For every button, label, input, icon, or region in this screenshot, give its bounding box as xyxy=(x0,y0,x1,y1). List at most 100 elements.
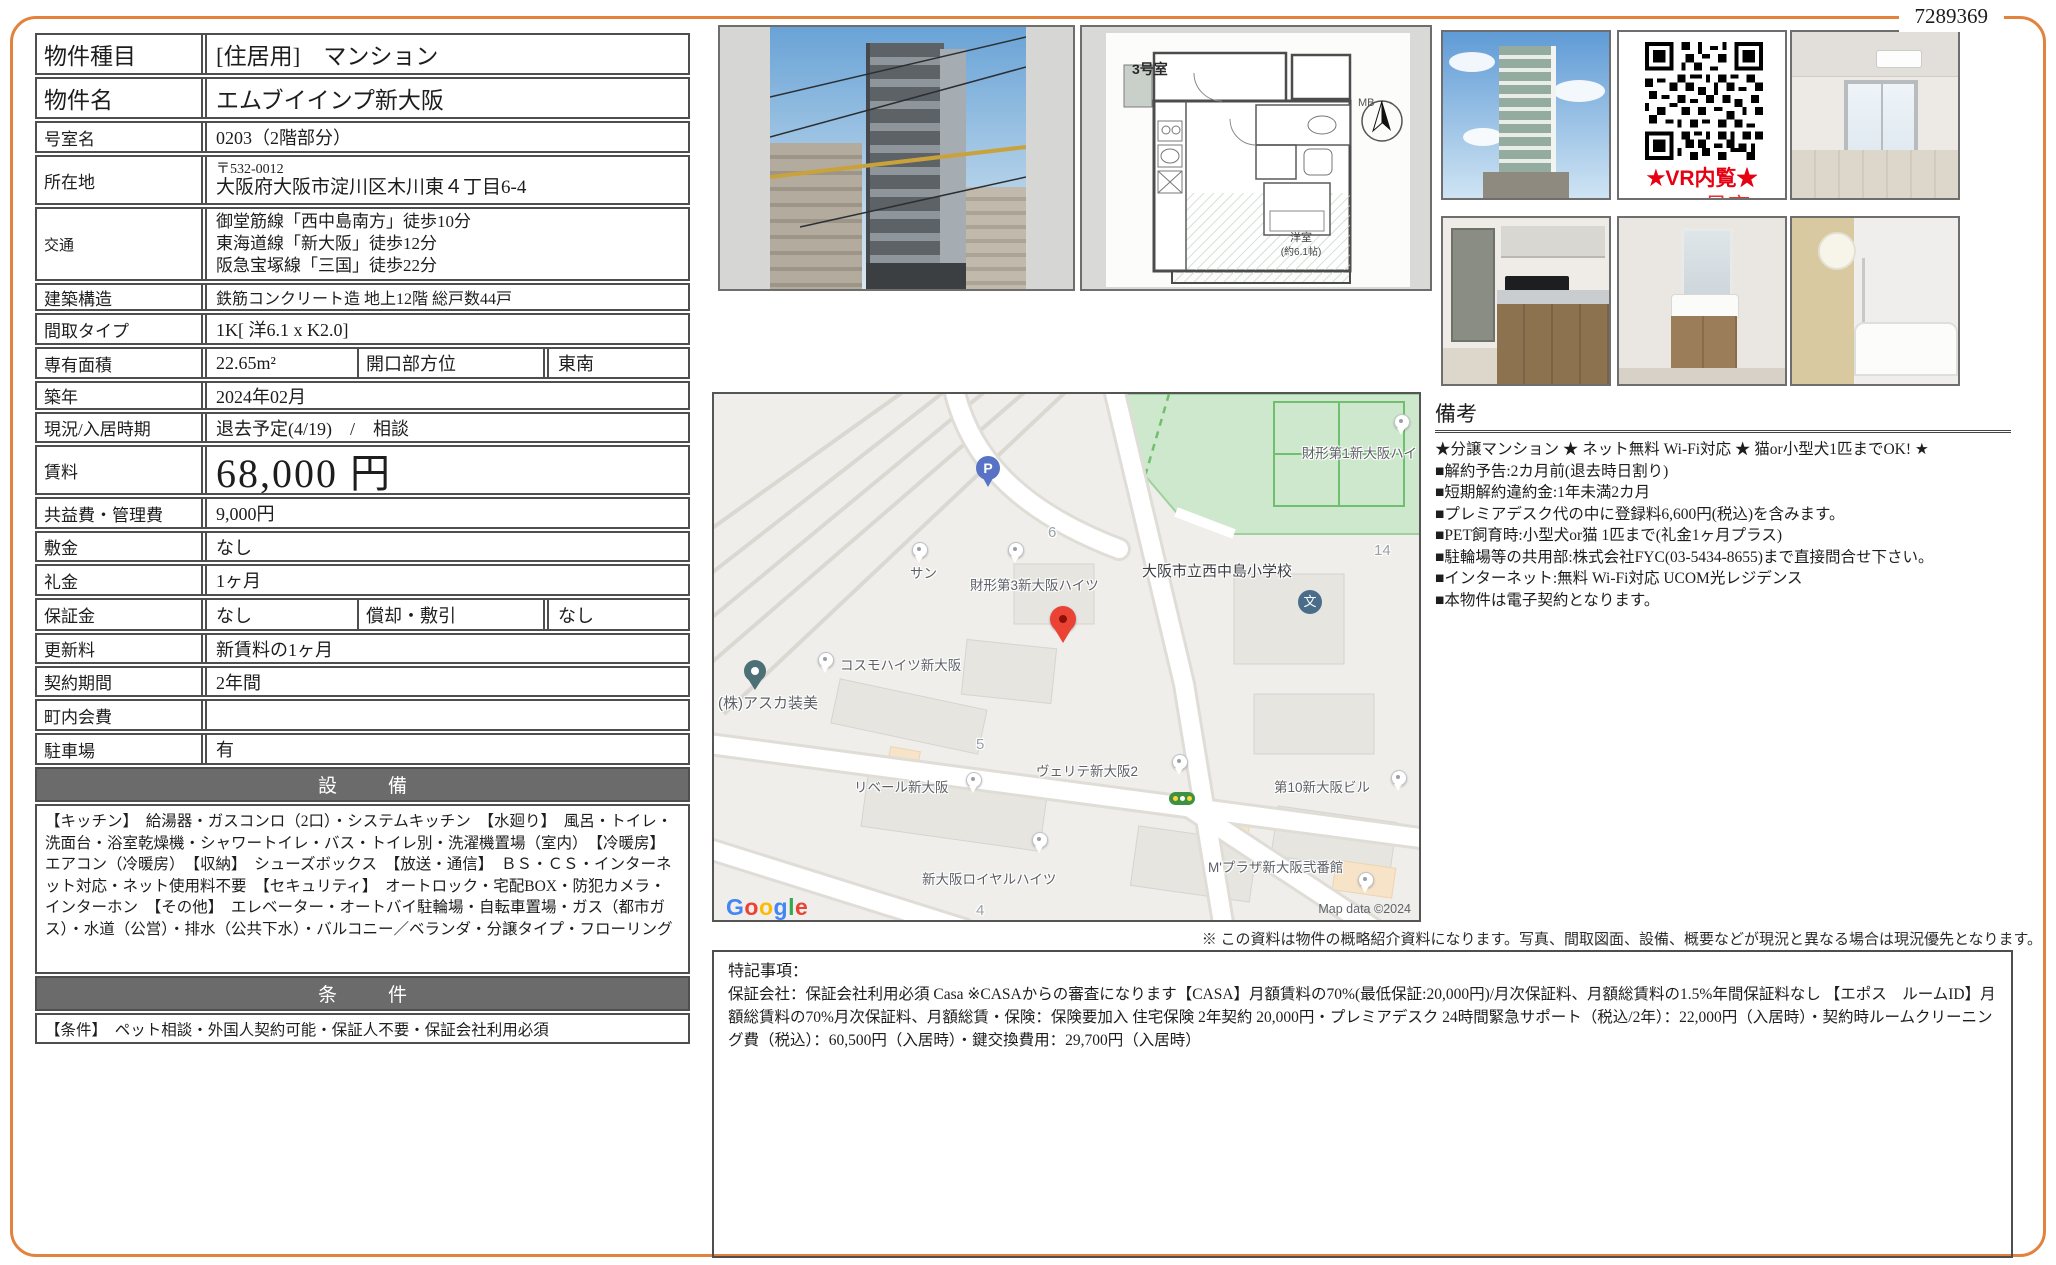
row-label: 開口部方位 xyxy=(357,349,545,377)
map-label: リベール新大阪 xyxy=(854,776,949,796)
row-label: 町内会費 xyxy=(37,701,203,729)
map-label: 財形第3新大阪ハイツ xyxy=(970,574,1099,594)
table-row: 間取タイプ1K[ 洋6.1 x K2.0] xyxy=(35,313,690,345)
table-row: 号室名0203（2階部分） xyxy=(35,121,690,153)
postal-code: 〒532-0012 xyxy=(216,162,284,177)
table-row: 築年2024年02月 xyxy=(35,381,690,410)
transit-line: 東海道線「新大阪」徒歩12分 xyxy=(216,233,437,255)
conditions-header: 条 件 xyxy=(35,976,690,1011)
map-label: 大阪市立西中島小学校 xyxy=(1142,560,1292,581)
row-value: 2024年02月 xyxy=(205,383,688,408)
row-label: 物件名 xyxy=(37,79,203,117)
row-label: 物件種目 xyxy=(37,35,203,73)
power-lines xyxy=(770,27,1026,289)
map-pin xyxy=(1394,414,1410,430)
row-label: 契約期間 xyxy=(37,668,203,695)
floorplan-mb-label: MB xyxy=(1358,97,1375,109)
row-value xyxy=(205,701,688,729)
row-value: 9,000円 xyxy=(205,499,688,527)
row-label: 更新料 xyxy=(37,635,203,662)
address: 大阪府大阪市淀川区木川東４丁目6-4 xyxy=(216,177,526,199)
photo-building-exterior xyxy=(718,25,1075,291)
table-row: 町内会費 xyxy=(35,699,690,731)
row-value: 1ヶ月 xyxy=(205,566,688,594)
traffic-light-icon xyxy=(1169,792,1195,805)
row-value: 22.65m² xyxy=(205,349,355,377)
map-label: サン xyxy=(910,562,937,582)
table-row: 駐車場有 xyxy=(35,733,690,765)
vr-room-label: 1001号室 xyxy=(1619,187,1785,200)
table-row: 物件種目[住居用] マンション xyxy=(35,33,690,75)
remarks-line: ■プレミアデスク代の中に登録料6,600円(税込)を含みます。 xyxy=(1435,504,2011,526)
row-label: 建築構造 xyxy=(37,285,203,309)
table-row: 契約期間2年間 xyxy=(35,666,690,697)
row-label: 号室名 xyxy=(37,123,203,151)
property-spec-table: 物件種目[住居用] マンション 物件名エムブイインプ新大阪 号室名0203（2階… xyxy=(35,33,690,1046)
map-label: 新大阪ロイヤルハイツ xyxy=(922,868,1056,888)
map-pin xyxy=(966,772,982,788)
row-label: 礼金 xyxy=(37,566,203,594)
parking-pin: P xyxy=(976,456,1000,480)
row-value: エムブイインプ新大阪 xyxy=(205,79,688,117)
table-row: 賃料68,000 円 xyxy=(35,445,690,495)
photo-floorplan: 3号室 MB 洋室 (約6.1帖) xyxy=(1080,25,1432,291)
row-value: 鉄筋コンクリート造 地上12階 総戸数44戸 xyxy=(205,285,688,309)
conditions-text: 【条件】 ペット相談・外国人契約可能・保証人不要・保証会社利用必須 xyxy=(35,1013,690,1044)
table-row: 建築構造鉄筋コンクリート造 地上12階 総戸数44戸 xyxy=(35,283,690,311)
photo-qr-card: ★VR内覧★ 1001号室 xyxy=(1617,30,1787,200)
photo-kitchen xyxy=(1441,216,1611,386)
map-label: 第10新大阪ビル xyxy=(1274,776,1370,796)
map-block-number: 4 xyxy=(976,902,984,919)
map-label: M'プラザ新大阪弐番館 xyxy=(1208,856,1343,876)
map-pin xyxy=(912,542,928,558)
map-pin xyxy=(1032,832,1048,848)
table-row: 保証金なし償却・敷引なし xyxy=(35,598,690,631)
location-map: P 文 財形第1新大阪ハイ 6 サン 財形第3新大阪ハイツ 大阪市立西中島小学校… xyxy=(712,392,1421,922)
map-pin xyxy=(1358,872,1374,888)
row-value: 1K[ 洋6.1 x K2.0] xyxy=(205,315,688,343)
transit-line: 阪急宝塚線「三国」徒歩22分 xyxy=(216,255,437,277)
table-row: 所在地〒532-0012大阪府大阪市淀川区木川東４丁目6-4 xyxy=(35,155,690,205)
special-notes-title: 特記事項： xyxy=(728,960,1997,983)
remarks-section: 備考 ★分譲マンション ★ ネット無料 Wi-Fi対応 ★ 猫or小型犬1匹まで… xyxy=(1435,398,2011,611)
map-block-number: 6 xyxy=(1048,524,1056,541)
row-label: 賃料 xyxy=(37,447,203,493)
remarks-line: ■短期解約違約金:1年未満2カ月 xyxy=(1435,482,2011,504)
table-row: 共益費・管理費9,000円 xyxy=(35,497,690,529)
row-label: 敷金 xyxy=(37,533,203,560)
table-row: 礼金1ヶ月 xyxy=(35,564,690,596)
table-row: 現況/入居時期退去予定(4/19) / 相談 xyxy=(35,412,690,443)
map-label: コスモハイツ新大阪 xyxy=(840,654,961,674)
photo-room-interior xyxy=(1790,30,1960,200)
special-notes-body: 保証会社：保証会社利用必須 Casa ※CASAからの審査になります【CASA】… xyxy=(728,983,1997,1052)
row-label: 現況/入居時期 xyxy=(37,414,203,441)
photo-washbasin xyxy=(1617,216,1787,386)
remarks-line: ■駐輪場等の共用部:株式会社FYC(03-5434-8655)まで直接問合せ下さ… xyxy=(1435,547,2011,569)
remarks-line: ■本物件は電子契約となります。 xyxy=(1435,590,2011,612)
school-icon: 文 xyxy=(1298,590,1322,614)
row-value: 御堂筋線「西中島南方」徒歩10分東海道線「新大阪」徒歩12分阪急宝塚線「三国」徒… xyxy=(205,209,688,279)
row-value: 退去予定(4/19) / 相談 xyxy=(205,414,688,441)
row-label: 償却・敷引 xyxy=(357,600,545,629)
special-notes-box: 特記事項： 保証会社：保証会社利用必須 Casa ※CASAからの審査になります… xyxy=(712,950,2013,1258)
row-value: なし xyxy=(547,600,688,629)
row-label: 駐車場 xyxy=(37,735,203,763)
remarks-line: ★分譲マンション ★ ネット無料 Wi-Fi対応 ★ 猫or小型犬1匹までOK!… xyxy=(1435,439,2011,461)
row-label: 専有面積 xyxy=(37,349,203,377)
row-value: 0203（2階部分） xyxy=(205,123,688,151)
row-value: 2年間 xyxy=(205,668,688,695)
map-label: 財形第1新大阪ハイ xyxy=(1302,442,1417,462)
row-value: 新賃料の1ヶ月 xyxy=(205,635,688,662)
map-block-number: 14 xyxy=(1374,542,1391,559)
document-number: 7289369 xyxy=(1899,0,2005,32)
row-label: 交通 xyxy=(37,209,203,279)
floorplan-room-size: (約6.1帖) xyxy=(1256,243,1346,258)
rent-value: 68,000 円 xyxy=(205,447,688,493)
row-value: 東南 xyxy=(547,349,688,377)
row-value: 〒532-0012大阪府大阪市淀川区木川東４丁目6-4 xyxy=(205,157,688,203)
map-block-number: 5 xyxy=(976,736,984,753)
property-location-pin xyxy=(1050,606,1076,632)
company-pin xyxy=(744,660,766,682)
row-value: なし xyxy=(205,533,688,560)
table-row: 物件名エムブイインプ新大阪 xyxy=(35,77,690,119)
